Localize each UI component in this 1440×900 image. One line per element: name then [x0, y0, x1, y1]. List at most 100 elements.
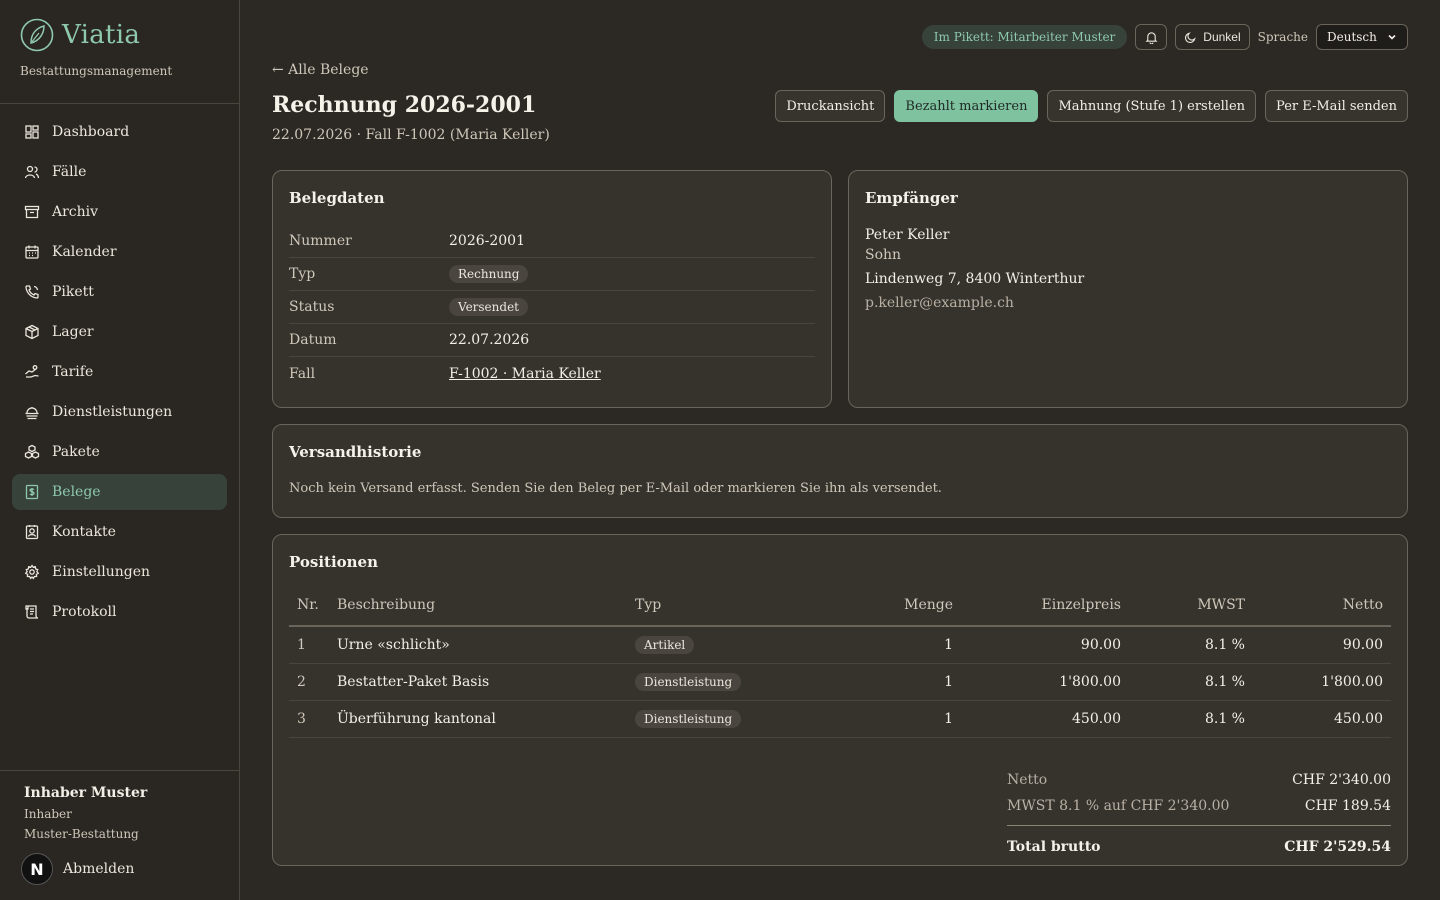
language-value: Deutsch: [1327, 30, 1377, 44]
sidebar: Viatia Bestattungsmanagement Dashboard F…: [0, 0, 240, 900]
case-link[interactable]: F-1002 · Maria Keller: [449, 366, 601, 382]
type-badge: Artikel: [635, 635, 695, 654]
field-label: Datum: [289, 332, 337, 348]
theme-toggle-button[interactable]: Dunkel: [1175, 24, 1250, 50]
column-header: Typ: [627, 597, 777, 627]
action-bar: Druckansicht Bezahlt markieren Mahnung (…: [775, 90, 1408, 122]
sidebar-item-label: Archiv: [52, 204, 99, 220]
column-header: Beschreibung: [329, 597, 627, 627]
field-label: Typ: [289, 266, 316, 282]
recipient-card: Empfänger Peter Keller Sohn Lindenweg 7,…: [848, 170, 1408, 408]
print-view-button[interactable]: Druckansicht: [775, 90, 886, 122]
field-label: Status: [289, 299, 335, 315]
sidebar-item-label: Protokoll: [52, 604, 117, 620]
cell-description: Bestatter-Paket Basis: [329, 663, 627, 701]
sidebar-item-label: Lager: [52, 324, 94, 340]
cell-type: Dienstleistung: [627, 700, 777, 738]
recipient-email: p.keller@example.ch: [865, 295, 1014, 311]
type-badge: Dienstleistung: [635, 709, 742, 728]
cell-nr: 3: [289, 700, 329, 738]
column-header: Menge: [777, 597, 961, 627]
sidebar-item-faelle[interactable]: Fälle: [12, 154, 227, 190]
card-title: Positionen: [289, 553, 379, 571]
sidebar-item-einstellungen[interactable]: Einstellungen: [12, 554, 227, 590]
package-icon: [25, 324, 39, 340]
cell-nr: 2: [289, 663, 329, 701]
language-label: Sprache: [1257, 30, 1308, 44]
cell-description: Urne «schlicht»: [329, 626, 627, 664]
sidebar-item-archiv[interactable]: Archiv: [12, 194, 227, 230]
user-name: Inhaber Muster: [24, 785, 148, 801]
sidebar-item-label: Pakete: [52, 444, 100, 460]
recipient-address: Lindenweg 7, 8400 Winterthur: [865, 271, 1085, 287]
sidebar-item-dashboard[interactable]: Dashboard: [12, 114, 227, 150]
cell-net: 90.00: [1253, 626, 1391, 664]
total-label: Netto: [1007, 772, 1048, 788]
mark-paid-button[interactable]: Bezahlt markieren: [894, 90, 1039, 122]
receipt-icon: [25, 484, 39, 500]
recipient-relation: Sohn: [865, 247, 902, 263]
field-typ: Typ Rechnung: [289, 258, 815, 291]
totals-block: Netto CHF 2'340.00 MWST 8.1 % auf CHF 2'…: [1007, 767, 1391, 861]
sidebar-item-lager[interactable]: Lager: [12, 314, 227, 350]
shipping-history-empty: Noch kein Versand erfasst. Senden Sie de…: [289, 481, 942, 496]
field-label: Nummer: [289, 233, 352, 249]
total-label: MWST 8.1 % auf CHF 2'340.00: [1007, 798, 1230, 814]
cell-vat: 8.1 %: [1129, 663, 1253, 701]
language-select[interactable]: Deutsch: [1316, 24, 1408, 50]
field-status: Status Versendet: [289, 291, 815, 324]
card-title: Versandhistorie: [289, 443, 422, 461]
table-header: Nr. Beschreibung Typ Menge Einzelpreis M…: [289, 597, 1391, 627]
packages-icon: [24, 444, 40, 459]
users-icon: [24, 165, 40, 179]
recipient-name: Peter Keller: [865, 227, 950, 243]
sidebar-item-pikett[interactable]: Pikett: [12, 274, 227, 310]
field-label: Fall: [289, 365, 316, 382]
send-email-button[interactable]: Per E-Mail senden: [1265, 90, 1408, 122]
cell-quantity: 1: [777, 663, 961, 701]
archive-icon: [24, 205, 40, 219]
total-label: Total brutto: [1007, 838, 1101, 855]
sidebar-item-label: Tarife: [52, 364, 94, 380]
theme-label: Dunkel: [1203, 30, 1241, 44]
leaf-logo-icon: [20, 18, 54, 52]
avatar[interactable]: N: [21, 853, 53, 885]
sidebar-item-dienstleistungen[interactable]: Dienstleistungen: [12, 394, 227, 430]
sidebar-item-label: Kalender: [52, 244, 117, 260]
sidebar-item-label: Kontakte: [52, 524, 116, 540]
topbar: Im Pikett: Mitarbeiter Muster Dunkel Spr…: [921, 24, 1408, 50]
moon-icon: [1185, 31, 1196, 43]
sidebar-item-kontakte[interactable]: Kontakte: [12, 514, 227, 550]
sidebar-item-label: Pikett: [52, 284, 94, 300]
field-nummer: Nummer 2026-2001: [289, 225, 815, 258]
brand-name: Viatia: [62, 20, 141, 50]
cell-unit-price: 90.00: [961, 626, 1129, 664]
total-net-row: Netto CHF 2'340.00: [1007, 767, 1391, 793]
cell-vat: 8.1 %: [1129, 700, 1253, 738]
sidebar-item-belege[interactable]: Belege: [12, 474, 227, 510]
cell-quantity: 1: [777, 626, 961, 664]
notifications-button[interactable]: [1135, 24, 1168, 50]
sidebar-item-kalender[interactable]: Kalender: [12, 234, 227, 270]
sidebar-item-label: Fälle: [52, 164, 87, 180]
positions-card: Positionen Nr. Beschreibung Typ Menge Ei…: [272, 534, 1408, 866]
back-link[interactable]: ← Alle Belege: [272, 62, 369, 78]
field-value: 22.07.2026: [449, 332, 530, 348]
field-fall: Fall F-1002 · Maria Keller: [289, 357, 815, 390]
create-reminder-button[interactable]: Mahnung (Stufe 1) erstellen: [1047, 90, 1257, 122]
logout-button[interactable]: N Abmelden: [21, 853, 215, 885]
status-badge: Versendet: [449, 298, 528, 316]
table-row: 2 Bestatter-Paket Basis Dienstleistung 1…: [289, 663, 1391, 701]
sidebar-item-pakete[interactable]: Pakete: [12, 434, 227, 470]
total-value: CHF 189.54: [1304, 798, 1391, 814]
contact-icon: [25, 525, 39, 540]
sidebar-item-tarife[interactable]: Tarife: [12, 354, 227, 390]
cell-type: Dienstleistung: [627, 663, 777, 701]
type-badge: Rechnung: [449, 265, 529, 283]
brand-subtitle: Bestattungsmanagement: [20, 64, 173, 78]
sidebar-item-protokoll[interactable]: Protokoll: [12, 594, 227, 630]
page-subtitle: 22.07.2026 · Fall F-1002 (Maria Keller): [272, 127, 550, 143]
table-row: 3 Überführung kantonal Dienstleistung 1 …: [289, 700, 1391, 738]
pikett-status-badge[interactable]: Im Pikett: Mitarbeiter Muster: [921, 25, 1128, 49]
total-value: CHF 2'529.54: [1284, 838, 1391, 855]
